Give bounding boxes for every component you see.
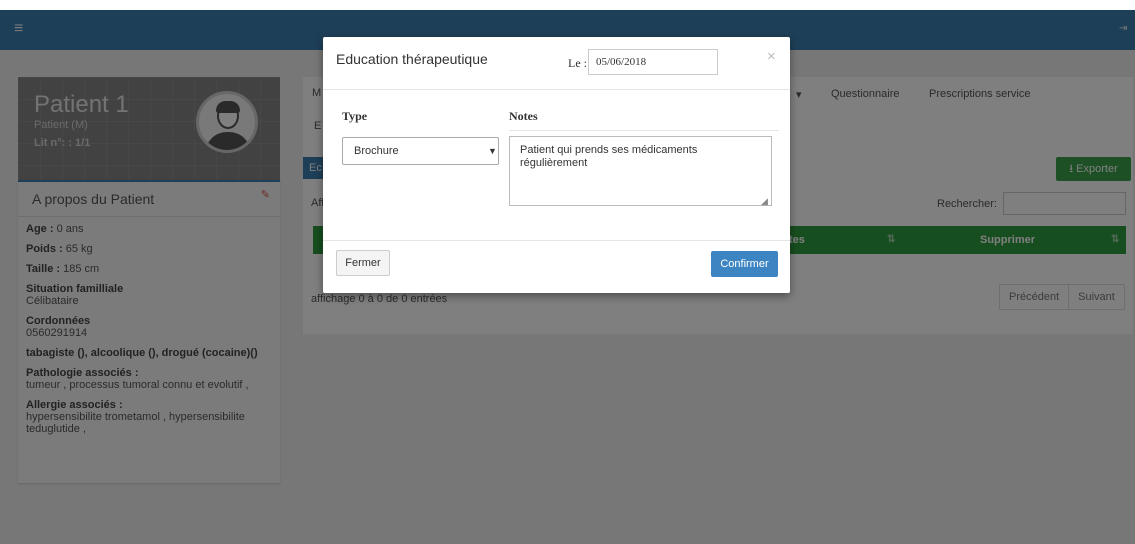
divider [323, 240, 790, 241]
date-label: Le : [568, 56, 587, 70]
notes-header: Notes [509, 109, 538, 123]
chevron-down-icon[interactable]: ▼ [488, 146, 497, 156]
type-select[interactable]: Brochure [342, 137, 499, 165]
confirm-button[interactable]: Confirmer [711, 251, 778, 277]
divider [509, 130, 779, 131]
education-modal: Education thérapeutique Le : 05/06/2018 … [323, 37, 790, 293]
notes-textarea[interactable]: Patient qui prends ses médicaments régul… [509, 136, 772, 206]
divider [323, 89, 790, 90]
resize-icon[interactable]: ◢ [761, 196, 768, 207]
close-icon[interactable]: × [767, 48, 776, 65]
date-input[interactable]: 05/06/2018 [588, 49, 718, 75]
modal-title: Education thérapeutique [336, 51, 488, 67]
type-header: Type [342, 109, 368, 123]
app-window: ≡ ⇥ Patient 1 Patient (M) Lit n°: : 1/1 … [0, 10, 1135, 544]
close-button[interactable]: Fermer [336, 250, 390, 276]
